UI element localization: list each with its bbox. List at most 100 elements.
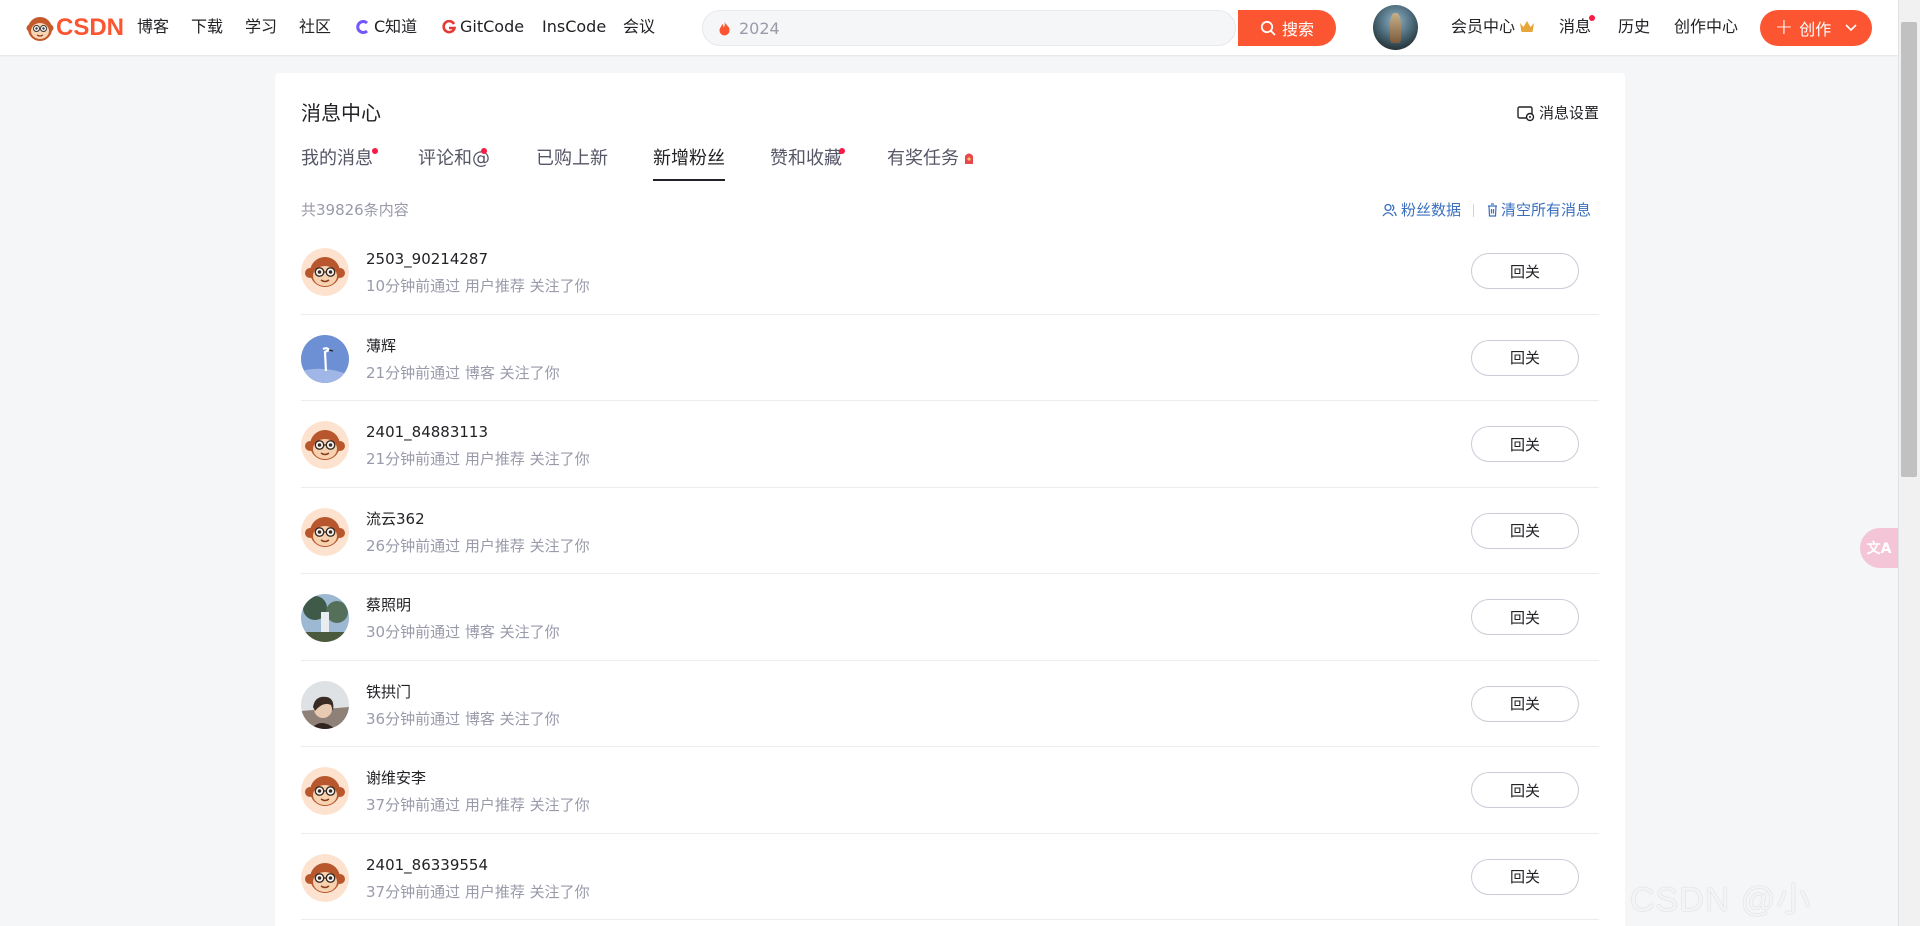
chevron-down-icon	[1845, 24, 1857, 32]
crane-photo-icon	[301, 334, 349, 383]
person-photo-icon	[301, 680, 349, 729]
monkey-avatar[interactable]	[301, 248, 349, 296]
tab-comments[interactable]: 评论和@	[418, 146, 490, 172]
search-input[interactable]	[703, 11, 1235, 45]
search-button-label: 搜索	[1281, 20, 1314, 39]
fan-list: 2503_90214287 10分钟前通过 用户推荐 关注了你 回关 薄辉 21分钟前通…	[301, 228, 1599, 920]
fans-data-link[interactable]: 粉丝数据	[1382, 200, 1461, 220]
follow-back-button[interactable]: 回关	[1471, 512, 1579, 549]
fan-name[interactable]: 2401_84883113	[366, 422, 488, 442]
creator-center-link[interactable]: 创作中心	[1674, 16, 1738, 38]
create-button-label: 创作	[1799, 20, 1832, 39]
messages-link[interactable]: 消息	[1559, 16, 1591, 38]
messages-notification-dot	[1589, 15, 1595, 21]
crown-icon	[1520, 21, 1535, 32]
fan-follow-info: 30分钟前通过 博客 关注了你	[366, 623, 560, 641]
fan-row: 铁拱门 36分钟前通过 博客 关注了你 回关	[301, 661, 1599, 747]
fan-name[interactable]: 2503_90214287	[366, 249, 488, 269]
fan-row: 2401_84883113 21分钟前通过 用户推荐 关注了你 回关	[301, 401, 1599, 488]
active-tab-underline	[653, 179, 725, 181]
girl-photo-avatar[interactable]	[301, 680, 349, 729]
tab-purchased-updates[interactable]: 已购上新	[536, 146, 608, 172]
search-icon	[1260, 20, 1276, 36]
monkey-avatar[interactable]	[301, 853, 349, 902]
tab-reward-tasks-label: 有奖任务	[887, 148, 959, 169]
message-center-card: 消息中心 消息设置 我的消息 评论和@ 已购上新 新增粉丝 赞和收藏 有奖任务 …	[275, 73, 1625, 926]
clear-all-label: 清空所有消息	[1501, 201, 1592, 219]
nav-item-gitcode[interactable]: GitCode	[442, 16, 524, 38]
cknow-icon	[356, 20, 369, 34]
settings-icon	[1517, 105, 1535, 121]
monkey-face-icon	[301, 421, 349, 469]
monkey-avatar[interactable]	[301, 767, 349, 815]
red-envelope-icon	[965, 153, 973, 164]
tab-new-fans[interactable]: 新增粉丝	[653, 146, 725, 172]
tab-comments-dot	[481, 148, 487, 154]
fan-follow-info: 21分钟前通过 用户推荐 关注了你	[366, 450, 590, 468]
follow-back-button[interactable]: 回关	[1471, 426, 1579, 462]
tab-likes-dot	[839, 148, 845, 154]
fan-follow-info: 37分钟前通过 用户推荐 关注了你	[366, 796, 590, 814]
follow-back-button[interactable]: 回关	[1471, 599, 1579, 635]
vip-center-label: 会员中心	[1451, 17, 1516, 36]
translate-glyph: 文A	[1866, 541, 1892, 557]
monkey-logo-icon	[26, 17, 54, 41]
fan-follow-info: 37分钟前通过 用户推荐 关注了你	[366, 882, 590, 901]
fan-row: 2401_86339554 37分钟前通过 用户推荐 关注了你 回关	[301, 834, 1599, 920]
clear-all-messages-link[interactable]: 清空所有消息	[1487, 200, 1591, 220]
follow-back-button[interactable]: 回关	[1471, 772, 1579, 808]
follow-back-button[interactable]: 回关	[1471, 858, 1579, 895]
fan-name[interactable]: 谢维安李	[366, 768, 426, 788]
landscape-photo-icon	[301, 594, 349, 642]
vip-center-link[interactable]: 会员中心	[1451, 16, 1535, 38]
link-divider	[1473, 204, 1474, 217]
tab-likes-favorites[interactable]: 赞和收藏	[770, 146, 842, 172]
nav-item-blog[interactable]: 博客	[137, 16, 169, 38]
create-button[interactable]: + 创作	[1760, 10, 1872, 46]
fan-row: 流云362 26分钟前通过 用户推荐 关注了你 回关	[301, 488, 1599, 574]
watermark: CSDN @小	[1630, 881, 1812, 919]
fan-name[interactable]: 2401_86339554	[366, 855, 488, 875]
follow-back-button[interactable]: 回关	[1471, 253, 1579, 289]
plus-icon: +	[1774, 15, 1794, 40]
nav-item-community[interactable]: 社区	[299, 16, 331, 38]
crane-avatar[interactable]	[301, 334, 349, 383]
tree-photo-avatar[interactable]	[301, 594, 349, 642]
message-settings-label: 消息设置	[1538, 104, 1599, 122]
nav-item-learn[interactable]: 学习	[245, 16, 277, 38]
monkey-face-icon	[301, 507, 349, 556]
monkey-face-icon	[301, 767, 349, 815]
search-button[interactable]: 搜索	[1238, 10, 1336, 46]
fans-icon	[1382, 203, 1397, 217]
page-title: 消息中心	[301, 101, 381, 125]
nav-item-download[interactable]: 下载	[191, 16, 223, 38]
fan-row: 蔡照明 30分钟前通过 博客 关注了你 回关	[301, 574, 1599, 661]
follow-back-button[interactable]: 回关	[1471, 685, 1579, 722]
fan-row: 薄辉 21分钟前通过 博客 关注了你 回关	[301, 315, 1599, 401]
fan-follow-info: 36分钟前通过 博客 关注了你	[366, 709, 560, 728]
history-link[interactable]: 历史	[1618, 16, 1650, 38]
top-navigation-bar: CSDN 博客 下载 学习 社区 C知道 GitCode InsCode 会议	[0, 0, 1898, 55]
fans-data-label: 粉丝数据	[1401, 201, 1462, 219]
gitcode-icon	[442, 20, 456, 34]
nav-item-inscode[interactable]: InsCode	[542, 16, 606, 38]
tab-reward-tasks[interactable]: 有奖任务	[887, 146, 975, 172]
message-settings-link[interactable]: 消息设置	[1517, 103, 1599, 123]
fan-follow-info: 26分钟前通过 用户推荐 关注了你	[366, 536, 590, 555]
fan-name[interactable]: 流云362	[366, 509, 425, 529]
nav-item-meeting[interactable]: 会议	[623, 16, 655, 38]
nav-item-cknow[interactable]: C知道	[356, 16, 417, 38]
csdn-logo[interactable]: CSDN	[26, 13, 124, 43]
monkey-avatar[interactable]	[301, 421, 349, 469]
fan-name[interactable]: 蔡照明	[366, 595, 411, 615]
follow-back-button[interactable]: 回关	[1471, 339, 1579, 376]
fan-follow-info: 10分钟前通过 用户推荐 关注了你	[366, 277, 590, 295]
monkey-avatar[interactable]	[301, 507, 349, 556]
tab-my-messages[interactable]: 我的消息	[301, 146, 373, 172]
translate-widget-icon[interactable]: 文A	[1860, 528, 1898, 568]
fan-name[interactable]: 铁拱门	[366, 682, 411, 702]
fan-follow-info: 21分钟前通过 博客 关注了你	[366, 363, 560, 382]
fan-name[interactable]: 薄辉	[366, 336, 396, 356]
user-avatar[interactable]	[1373, 5, 1418, 50]
scrollbar-thumb[interactable]	[1901, 22, 1917, 477]
